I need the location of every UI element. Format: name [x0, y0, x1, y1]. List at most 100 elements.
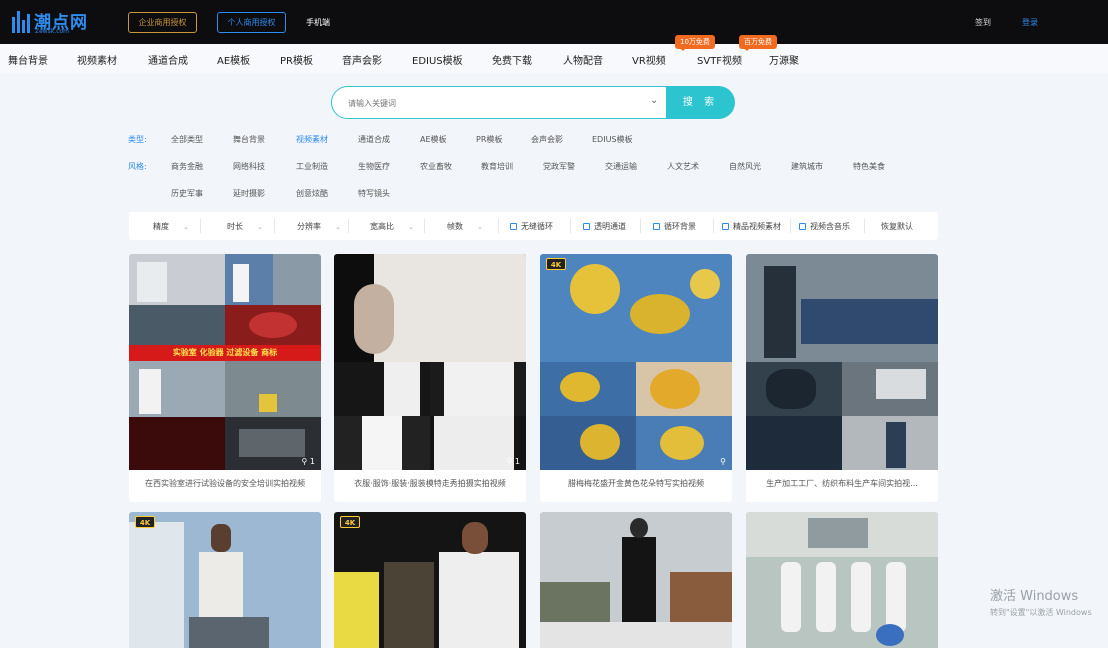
- dropdown-label: 宽高比: [370, 222, 394, 231]
- style-filter-item[interactable]: 生物医疗: [358, 161, 390, 172]
- search-input[interactable]: [348, 95, 638, 111]
- video-card[interactable]: 4K: [334, 512, 526, 648]
- nav-item[interactable]: EDIUS模板: [412, 52, 463, 67]
- style-filter-item[interactable]: 网络科技: [233, 161, 265, 172]
- style-filter-item[interactable]: 人文艺术: [667, 161, 699, 172]
- style-filter-item[interactable]: 建筑城市: [791, 161, 823, 172]
- chevron-down-icon: ⌄: [335, 223, 341, 231]
- aspect-ratio-dropdown[interactable]: 宽高比 ⌄: [370, 221, 414, 232]
- video-card[interactable]: 实验室 化验器 过滤设备 商标 ⚲ 1 在西实验室进行试验设备的安全培训实拍视频: [129, 254, 321, 502]
- style-filter-item[interactable]: 特写镜头: [358, 188, 390, 199]
- divider: [498, 219, 499, 233]
- type-filter-item[interactable]: 舞台背景: [233, 134, 265, 145]
- video-thumbnail[interactable]: [540, 512, 732, 648]
- style-filter-item[interactable]: 工业制造: [296, 161, 328, 172]
- type-filter-item[interactable]: EDIUS模板: [592, 134, 633, 145]
- style-filter-item[interactable]: 自然风光: [729, 161, 761, 172]
- style-filter-item[interactable]: 教育培训: [481, 161, 513, 172]
- type-filter-item[interactable]: 会声会影: [531, 134, 563, 145]
- personal-auth-button[interactable]: 个人商用授权: [217, 12, 286, 33]
- chevron-down-icon[interactable]: ⌄: [650, 95, 658, 106]
- resolution-dropdown[interactable]: 分辨率 ⌄: [297, 221, 341, 232]
- divider: [200, 219, 201, 233]
- nav-item[interactable]: SVTF视频: [697, 52, 742, 67]
- view-count-value: 1: [514, 457, 520, 466]
- type-filter-item[interactable]: 全部类型: [171, 134, 203, 145]
- framerate-dropdown[interactable]: 帧数 ⌄: [447, 221, 483, 232]
- divider: [274, 219, 275, 233]
- with-music-checkbox[interactable]: 视频含音乐: [799, 221, 850, 232]
- search-button[interactable]: 搜 索: [666, 86, 735, 119]
- nav-item[interactable]: 人物配音: [563, 52, 603, 67]
- nav-item[interactable]: 舞台背景: [8, 52, 48, 67]
- view-count: ⚲: [720, 457, 726, 466]
- seamless-loop-checkbox[interactable]: 无缝循环: [510, 221, 553, 232]
- chevron-down-icon: ⌄: [257, 223, 263, 231]
- view-count: ⚲ 1: [506, 457, 521, 466]
- style-filter-item[interactable]: 延时摄影: [233, 188, 265, 199]
- watermark-title: 激活 Windows: [990, 589, 1079, 604]
- style-filter-item[interactable]: 党政军警: [543, 161, 575, 172]
- style-filter-item[interactable]: 农业畜牧: [420, 161, 452, 172]
- nav-item[interactable]: 通道合成: [148, 52, 188, 67]
- site-logo[interactable]: 潮点网 Zewsk.com: [12, 7, 88, 37]
- type-filter-item-active[interactable]: 视频素材: [296, 134, 328, 145]
- precision-dropdown[interactable]: 精度 ⌄: [153, 221, 189, 232]
- dropdown-label: 精度: [153, 222, 169, 231]
- divider: [713, 219, 714, 233]
- card-caption[interactable]: 生产加工工厂、纺织布料生产车间实拍视...: [746, 478, 938, 489]
- video-thumbnail[interactable]: 实验室 化验器 过滤设备 商标 ⚲ 1: [129, 254, 321, 470]
- view-count: ⚲ 1: [301, 457, 316, 466]
- type-filter-item[interactable]: 通道合成: [358, 134, 390, 145]
- video-card[interactable]: 4K ⚲ 腊梅梅花盛开金黄色花朵特写实拍视频: [540, 254, 732, 502]
- style-filter-item[interactable]: 历史军事: [171, 188, 203, 199]
- video-card[interactable]: [540, 512, 732, 648]
- signin-link[interactable]: 签到: [975, 17, 991, 28]
- card-caption[interactable]: 腊梅梅花盛开金黄色花朵特写实拍视频: [540, 478, 732, 489]
- alpha-channel-checkbox[interactable]: 透明通道: [583, 221, 626, 232]
- type-filter-item[interactable]: PR模板: [476, 134, 502, 145]
- video-thumbnail[interactable]: ⚲ 1: [334, 254, 526, 470]
- video-card[interactable]: [746, 512, 938, 648]
- video-thumbnail[interactable]: 4K: [334, 512, 526, 648]
- top-bar: 潮点网 Zewsk.com 企业商用授权 个人商用授权 手机端 签到 登录: [0, 0, 1108, 44]
- type-filter-label: 类型:: [128, 135, 147, 144]
- video-card[interactable]: ⚲ 1 衣服·服饰·服装·服装模特走秀拍摄实拍视频: [334, 254, 526, 502]
- checkbox-icon: [583, 223, 590, 230]
- search-field[interactable]: ⌄: [331, 86, 671, 119]
- nav-item[interactable]: PR模板: [280, 52, 313, 67]
- style-filter-item[interactable]: 商务金融: [171, 161, 203, 172]
- nav-item[interactable]: VR视频: [632, 52, 666, 67]
- type-filter-item[interactable]: AE模板: [420, 134, 447, 145]
- reset-default-button[interactable]: 恢复默认: [881, 221, 913, 232]
- view-count-value: 1: [309, 457, 315, 466]
- video-thumbnail[interactable]: 4K ⚲: [540, 254, 732, 470]
- checkbox-label: 无缝循环: [521, 222, 553, 231]
- video-card[interactable]: 生产加工工厂、纺织布料生产车间实拍视...: [746, 254, 938, 502]
- video-thumbnail[interactable]: [746, 254, 938, 470]
- login-link[interactable]: 登录: [1022, 17, 1038, 28]
- card-caption[interactable]: 在西实验室进行试验设备的安全培训实拍视频: [129, 478, 321, 489]
- windows-activation-watermark: 激活 Windows 转到"设置"以激活 Windows: [990, 585, 1092, 618]
- card-caption[interactable]: 衣服·服饰·服装·服装模特走秀拍摄实拍视频: [334, 478, 526, 489]
- nav-item[interactable]: 音声会影: [342, 52, 382, 67]
- nav-item[interactable]: AE模板: [217, 52, 250, 67]
- video-thumbnail[interactable]: 4K: [129, 512, 321, 648]
- loop-background-checkbox[interactable]: 循环背景: [653, 221, 696, 232]
- video-card[interactable]: 4K: [129, 512, 321, 648]
- divider: [424, 219, 425, 233]
- mobile-link[interactable]: 手机端: [306, 17, 330, 28]
- 4k-badge: 4K: [340, 516, 360, 528]
- nav-item[interactable]: 免费下载: [492, 52, 532, 67]
- nav-item[interactable]: 视频素材: [77, 52, 117, 67]
- premium-footage-checkbox[interactable]: 精品视频素材: [722, 221, 781, 232]
- sort-bar: 精度 ⌄ 时长 ⌄ 分辨率 ⌄ 宽高比 ⌄ 帧数 ⌄ 无缝循环 透明通道 循环背景 精品视…: [129, 212, 938, 240]
- style-filter-item[interactable]: 特色美食: [853, 161, 885, 172]
- video-thumbnail[interactable]: [746, 512, 938, 648]
- checkbox-icon: [653, 223, 660, 230]
- style-filter-item[interactable]: 创意炫酷: [296, 188, 328, 199]
- style-filter-item[interactable]: 交通运输: [605, 161, 637, 172]
- duration-dropdown[interactable]: 时长 ⌄: [227, 221, 263, 232]
- enterprise-auth-button[interactable]: 企业商用授权: [128, 12, 197, 33]
- nav-item[interactable]: 万源聚: [769, 52, 799, 67]
